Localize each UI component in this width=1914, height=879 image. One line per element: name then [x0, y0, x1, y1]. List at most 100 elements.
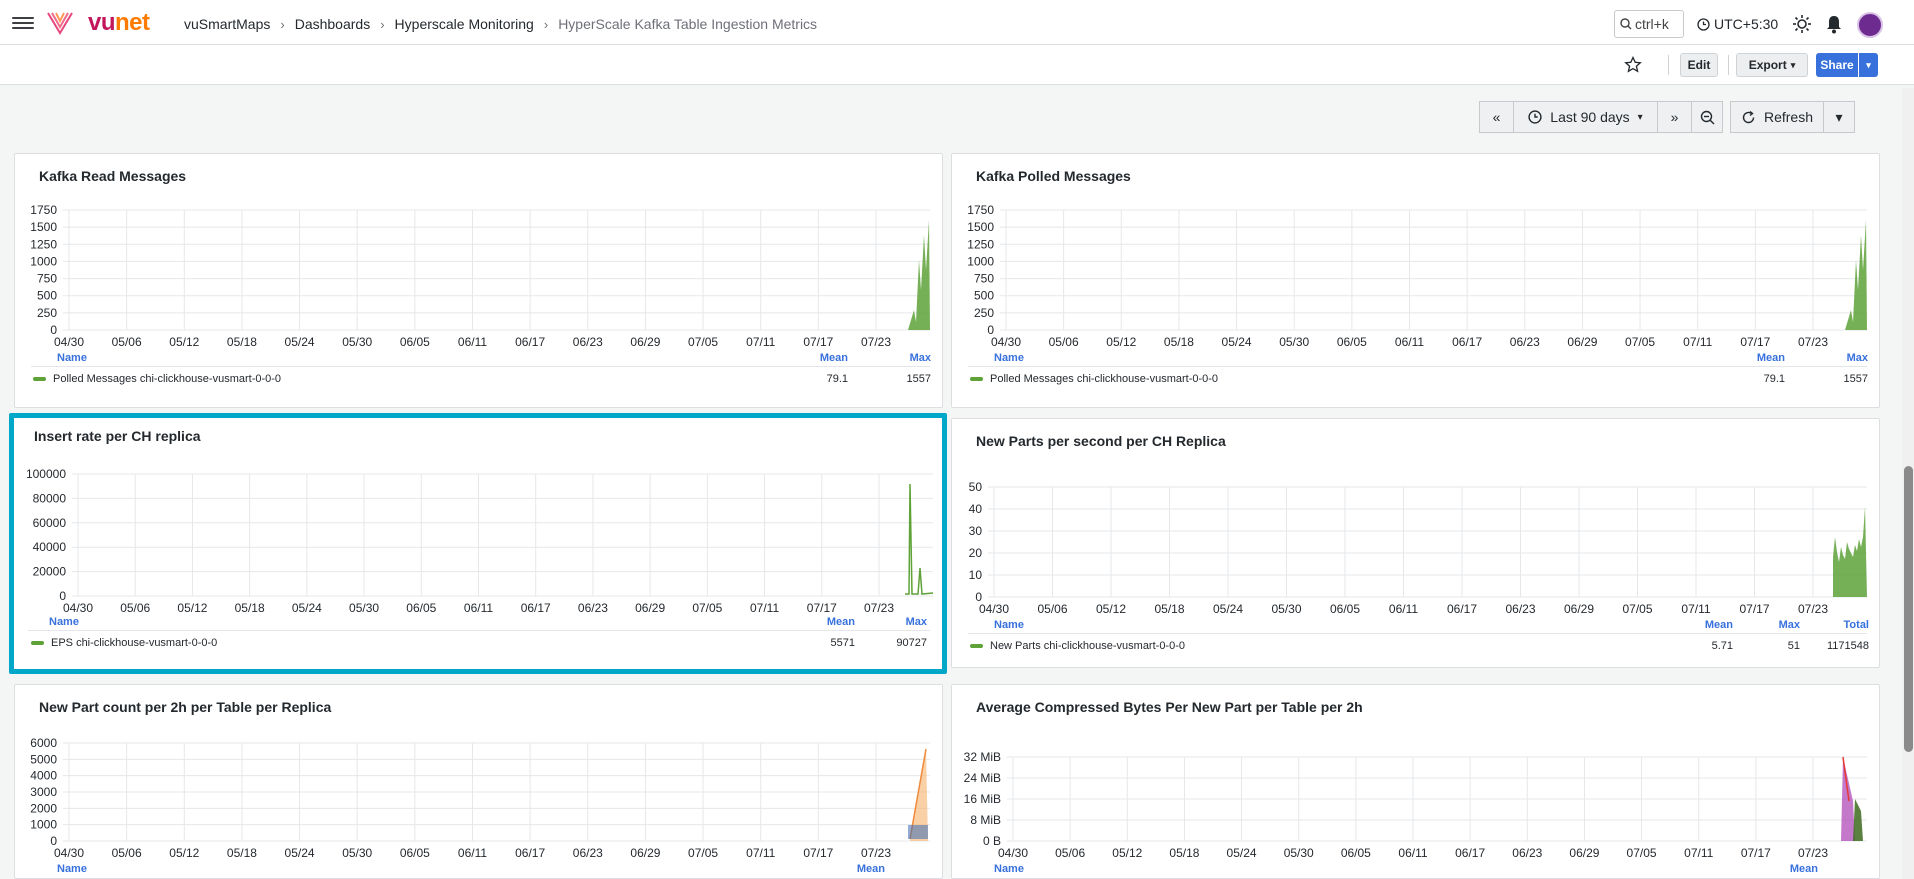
x-tick-label: 07/23 [864, 601, 894, 615]
series-area [1833, 507, 1867, 597]
notification-bell-icon[interactable] [1823, 13, 1845, 35]
menu-icon[interactable] [12, 14, 34, 32]
legend-header-mean[interactable]: Mean [820, 352, 848, 364]
legend-header-mean[interactable]: Mean [827, 616, 855, 628]
legend-header-mean[interactable]: Mean [1790, 863, 1818, 875]
x-tick-label: 05/06 [1055, 846, 1085, 860]
time-range-picker[interactable]: Last 90 days ▾ [1513, 101, 1658, 133]
time-range-label: Last 90 days [1550, 109, 1630, 125]
breadcrumb-separator-icon: › [543, 16, 549, 32]
x-tick-label: 07/11 [1684, 846, 1713, 860]
share-dropdown-chevron-icon[interactable]: ▾ [1859, 53, 1878, 77]
chart-panel[interactable]: Kafka Read Messages 1750 1500 1250 1000 750 50… [14, 153, 943, 408]
x-tick-label: 06/05 [406, 601, 436, 615]
series-area [1845, 220, 1867, 330]
x-tick-label: 05/24 [292, 601, 322, 615]
export-button[interactable]: Export ▾ [1736, 53, 1808, 77]
legend-header-name[interactable]: Name [994, 352, 1024, 364]
x-tick-label: 06/29 [1564, 602, 1594, 616]
chart-plot: 1750150012501000750500250004/30 05/06 05/1… [30, 203, 930, 349]
shift-forward-icon[interactable]: » [1657, 101, 1692, 133]
y-tick-label: 5000 [30, 752, 57, 766]
legend-header-mean[interactable]: Mean [1705, 619, 1733, 631]
refresh-button[interactable]: Refresh [1730, 101, 1824, 133]
breadcrumb-dashboards[interactable]: Dashboards [295, 16, 371, 32]
x-tick-label: 06/05 [1330, 602, 1360, 616]
y-tick-label: 40 [969, 502, 983, 516]
timezone-selector[interactable]: UTC+5:30 [1697, 16, 1778, 32]
x-tick-label: 07/11 [1683, 335, 1712, 349]
x-tick-label: 07/17 [807, 601, 837, 615]
x-tick-label: 05/12 [1106, 335, 1136, 349]
legend-header-mean[interactable]: Mean [1757, 352, 1785, 364]
legend-item[interactable]: Polled Messages chi-clickhouse-vusmart-0… [33, 373, 281, 385]
breadcrumb-current-dashboard: HyperScale Kafka Table Ingestion Metrics [558, 16, 818, 32]
legend-header-max[interactable]: Max [1779, 619, 1800, 631]
edit-button[interactable]: Edit [1680, 53, 1718, 77]
y-tick-label: 1500 [30, 220, 57, 234]
chart-panel[interactable]: Kafka Polled Messages 1750 1500 1250 1000 750… [951, 153, 1880, 408]
legend-header-max[interactable]: Max [910, 352, 931, 364]
vunet-logo-icon[interactable] [45, 9, 75, 37]
refresh-interval-chevron-icon[interactable]: ▾ [1823, 101, 1855, 133]
shift-back-icon[interactable]: « [1479, 101, 1514, 133]
x-tick-label: 05/30 [342, 846, 372, 860]
theme-toggle-sun-icon[interactable] [1791, 13, 1813, 35]
star-icon[interactable] [1622, 54, 1644, 76]
x-tick-label: 07/11 [746, 846, 775, 860]
legend-item[interactable]: EPS chi-clickhouse-vusmart-0-0-0 [31, 637, 217, 649]
y-tick-label: 750 [37, 272, 57, 286]
legend-header-name[interactable]: Name [994, 863, 1024, 875]
breadcrumb-separator-icon: › [380, 16, 385, 32]
share-button[interactable]: Share [1816, 53, 1858, 77]
legend-header-name[interactable]: Name [57, 352, 87, 364]
x-tick-label: 06/11 [458, 846, 487, 860]
x-tick-label: 07/17 [1741, 846, 1771, 860]
y-tick-label: 6000 [30, 736, 57, 750]
chart-panel[interactable]: New Parts per second per CH Replica 50 40 3… [951, 418, 1880, 668]
breadcrumb-vusmartmaps[interactable]: vuSmartMaps [184, 16, 270, 32]
x-tick-label: 06/17 [515, 335, 545, 349]
legend-header-total[interactable]: Total [1844, 619, 1869, 631]
breadcrumb-hyperscale-monitoring[interactable]: Hyperscale Monitoring [395, 16, 534, 32]
legend-value: 90727 [896, 637, 927, 649]
zoom-out-icon[interactable] [1691, 101, 1723, 133]
y-tick-label: 500 [37, 289, 57, 303]
x-tick-label: 05/18 [227, 846, 257, 860]
x-tick-label: 05/18 [1169, 846, 1199, 860]
x-tick-label: 06/17 [1447, 602, 1477, 616]
legend-item[interactable]: Polled Messages chi-clickhouse-vusmart-0… [970, 373, 1218, 385]
x-tick-label: 05/18 [227, 335, 257, 349]
x-tick-label: 04/30 [979, 602, 1009, 616]
x-tick-label: 04/30 [54, 335, 84, 349]
x-tick-label: 07/17 [803, 846, 833, 860]
y-tick-label: 20000 [33, 565, 67, 579]
legend-header-name[interactable]: Name [49, 616, 79, 628]
x-tick-label: 07/23 [1798, 846, 1828, 860]
series-area [908, 825, 928, 839]
scrollbar-thumb[interactable] [1904, 466, 1913, 752]
x-tick-label: 06/11 [1389, 602, 1418, 616]
x-tick-label: 06/29 [630, 335, 660, 349]
chevron-down-icon: ▾ [1637, 111, 1643, 123]
y-tick-label: 2000 [30, 801, 57, 815]
legend-header-mean[interactable]: Mean [857, 863, 885, 875]
legend-header-name[interactable]: Name [57, 863, 87, 875]
clock-icon [1697, 17, 1710, 31]
legend-header-max[interactable]: Max [906, 616, 927, 628]
x-tick-label: 06/29 [630, 846, 660, 860]
legend-header-max[interactable]: Max [1847, 352, 1868, 364]
user-avatar[interactable] [1857, 12, 1883, 38]
x-tick-label: 05/24 [285, 335, 315, 349]
search-input[interactable]: ctrl+k [1614, 10, 1684, 38]
y-tick-label: 1750 [967, 203, 994, 217]
chart-panel[interactable]: Average Compressed Bytes Per New Part pe… [951, 684, 1880, 879]
x-tick-label: 06/17 [1455, 846, 1485, 860]
legend-item[interactable]: New Parts chi-clickhouse-vusmart-0-0-0 [970, 640, 1185, 652]
export-label: Export [1748, 58, 1787, 72]
top-navbar: vunet vuSmartMaps › Dashboards › Hypersc… [0, 0, 1914, 45]
chart-panel[interactable]: New Part count per 2h per Table per Repl… [14, 684, 943, 879]
legend-header-name[interactable]: Name [994, 619, 1024, 631]
x-tick-label: 04/30 [63, 601, 93, 615]
chart-panel[interactable]: Insert rate per CH replica 100000 80000 600… [9, 413, 947, 674]
